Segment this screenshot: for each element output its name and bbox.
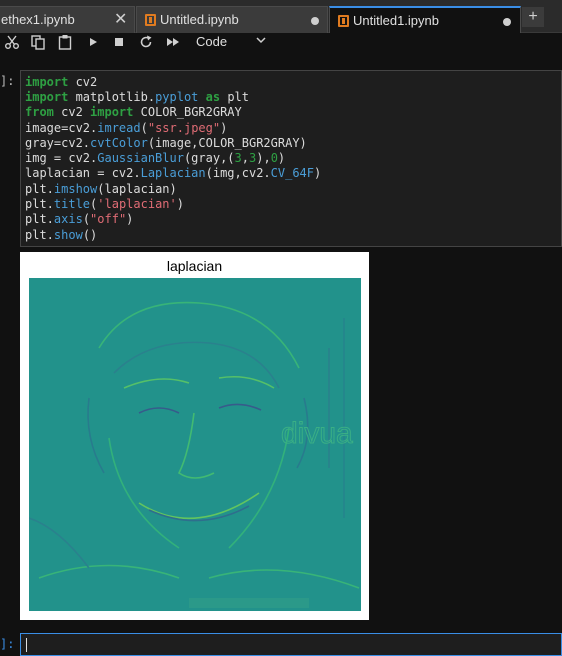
laplacian-image: divua: [29, 278, 361, 611]
cut-icon[interactable]: [4, 34, 20, 50]
notebook-toolbar: Code: [0, 33, 562, 52]
watermark-text: divua: [281, 417, 353, 450]
tab-label: Untitled1.ipynb: [353, 13, 439, 28]
tab-label: Untitled.ipynb: [160, 12, 239, 27]
text-cursor: [26, 638, 27, 652]
code-line: plt.title('laplacian'): [25, 197, 184, 211]
tab-ethex1[interactable]: ethex1.ipynb ✕: [0, 6, 135, 33]
run-icon[interactable]: [85, 34, 101, 50]
copy-icon[interactable]: [30, 34, 46, 50]
unsaved-dot-icon[interactable]: [311, 17, 319, 25]
code-line: laplacian = cv2.Laplacian(img,cv2.CV_64F…: [25, 166, 322, 180]
tab-untitled[interactable]: Untitled.ipynb: [136, 6, 328, 33]
stop-icon[interactable]: [111, 34, 127, 50]
add-tab-icon[interactable]: +: [522, 7, 544, 27]
code-line: plt.show(): [25, 228, 98, 242]
restart-icon[interactable]: [138, 34, 154, 50]
code-line: gray=cv2.cvtColor(image,COLOR_BGR2GRAY): [25, 136, 307, 150]
plot-title: laplacian: [166, 258, 223, 274]
fast-forward-icon[interactable]: [165, 34, 181, 50]
notebook-icon: [145, 14, 156, 26]
paste-icon[interactable]: [57, 34, 73, 50]
code-line: from cv2 import COLOR_BGR2GRAY: [25, 105, 242, 119]
cell-prompt: ]:: [0, 74, 15, 88]
cell-type-select[interactable]: Code: [196, 34, 227, 49]
tab-bar: ethex1.ipynb ✕ Untitled.ipynb Untitled1.…: [0, 0, 562, 34]
cell-output: laplacian divua: [20, 252, 369, 620]
code-line: import cv2: [25, 75, 98, 89]
code-line: import matplotlib.pyplot as plt: [25, 90, 250, 104]
close-icon[interactable]: ✕: [114, 9, 127, 29]
chevron-down-icon[interactable]: [255, 34, 267, 46]
code-line: plt.axis("off"): [25, 212, 134, 226]
tab-label: ethex1.ipynb: [1, 12, 75, 27]
unsaved-dot-icon[interactable]: [503, 18, 511, 26]
notebook-icon: [338, 15, 349, 27]
code-cell-editor[interactable]: import cv2 import matplotlib.pyplot as p…: [20, 70, 562, 247]
code-line: plt.imshow(laplacian): [25, 182, 177, 196]
code-line: img = cv2.GaussianBlur(gray,(3,3),0): [25, 151, 286, 165]
cell-prompt: ]:: [0, 637, 15, 651]
tab-untitled1[interactable]: Untitled1.ipynb: [329, 6, 521, 34]
code-line: image=cv2.imread("ssr.jpeg"): [25, 121, 228, 135]
empty-code-cell-editor[interactable]: [20, 633, 562, 656]
